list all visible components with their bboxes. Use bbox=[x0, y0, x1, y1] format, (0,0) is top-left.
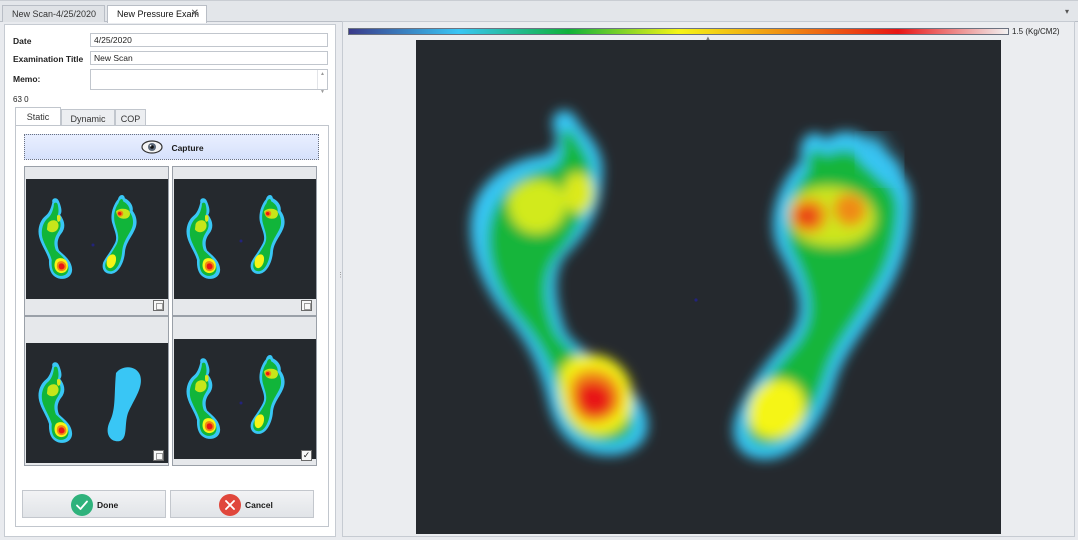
tab-label: New Scan-4/25/2020 bbox=[12, 9, 97, 19]
capture-label: Capture bbox=[171, 143, 204, 153]
pressure-heatmap bbox=[416, 40, 1001, 534]
tab-cop[interactable]: COP bbox=[115, 109, 146, 126]
thumbnail-checkbox[interactable] bbox=[153, 300, 164, 311]
done-button[interactable]: Done bbox=[22, 490, 166, 518]
document-tabstrip: New Scan-4/25/2020 New Pressure Exam ✕ ▾ bbox=[0, 0, 1078, 23]
tab-label: COP bbox=[120, 114, 141, 124]
tab-new-scan[interactable]: New Scan-4/25/2020 bbox=[2, 5, 105, 22]
memo-label: Memo: bbox=[13, 74, 41, 84]
panel-splitter[interactable]: ⋮ bbox=[337, 272, 344, 286]
static-tab-body: Capture ✓ Done Cancel bbox=[15, 125, 329, 527]
memo-scrollbar[interactable]: ▲ ▼ bbox=[317, 70, 327, 95]
checkmark-icon[interactable]: ✓ bbox=[301, 450, 312, 461]
pressure-color-scale bbox=[348, 28, 1009, 35]
foot-pressure-thumb bbox=[38, 362, 141, 443]
thumbnail-checkbox[interactable] bbox=[153, 450, 164, 461]
frame-counter: 63 0 bbox=[13, 95, 29, 104]
exam-form-panel: Date 4/25/2020 Examination Title New Sca… bbox=[4, 24, 336, 537]
title-field[interactable]: New Scan bbox=[90, 51, 328, 65]
foot-pressure-image bbox=[470, 110, 912, 460]
close-icon[interactable]: ✕ bbox=[191, 8, 199, 19]
date-label: Date bbox=[13, 36, 32, 46]
memo-field[interactable]: ▲ ▼ bbox=[90, 69, 328, 95]
date-field[interactable]: 4/25/2020 bbox=[90, 33, 328, 47]
foot-pressure-thumb bbox=[186, 194, 285, 279]
x-icon bbox=[219, 494, 241, 516]
tab-static[interactable]: Static bbox=[15, 107, 61, 126]
capture-thumbnail-2[interactable] bbox=[172, 166, 317, 316]
pressure-thumbnail bbox=[174, 339, 316, 459]
left-foot bbox=[470, 110, 648, 456]
tabstrip-topline bbox=[0, 0, 1078, 1]
tab-dynamic[interactable]: Dynamic bbox=[61, 109, 115, 126]
capture-thumbnail-1[interactable] bbox=[24, 166, 169, 316]
thumbnail-checkbox[interactable] bbox=[301, 300, 312, 311]
chevron-down-icon[interactable]: ▾ bbox=[1065, 7, 1069, 16]
scale-max-label: 1.5 (Kg/CM2) bbox=[1012, 27, 1060, 36]
title-label: Examination Title bbox=[13, 54, 84, 64]
foot-pressure-thumb bbox=[38, 194, 137, 279]
cancel-button[interactable]: Cancel bbox=[170, 490, 314, 518]
tab-label: Dynamic bbox=[70, 114, 106, 124]
capture-button[interactable]: Capture bbox=[24, 134, 319, 160]
capture-thumbnail-3[interactable] bbox=[24, 316, 169, 466]
tab-label: New Pressure Exam bbox=[117, 9, 200, 19]
done-label: Done bbox=[97, 500, 119, 510]
tab-label: Static bbox=[26, 112, 50, 122]
cancel-label: Cancel bbox=[245, 500, 273, 510]
eye-icon bbox=[141, 140, 163, 154]
tab-new-pressure-exam[interactable]: New Pressure Exam ✕ bbox=[107, 5, 207, 23]
capture-thumbnail-4[interactable]: ✓ bbox=[172, 316, 317, 466]
foot-pressure-thumb bbox=[186, 354, 285, 439]
pressure-thumbnail bbox=[26, 179, 168, 299]
checkmark-icon bbox=[71, 494, 93, 516]
pressure-thumbnail bbox=[26, 343, 168, 463]
pressure-thumbnail bbox=[174, 179, 316, 299]
pressure-view-panel: 1.5 (Kg/CM2) ▲ bbox=[342, 21, 1075, 537]
